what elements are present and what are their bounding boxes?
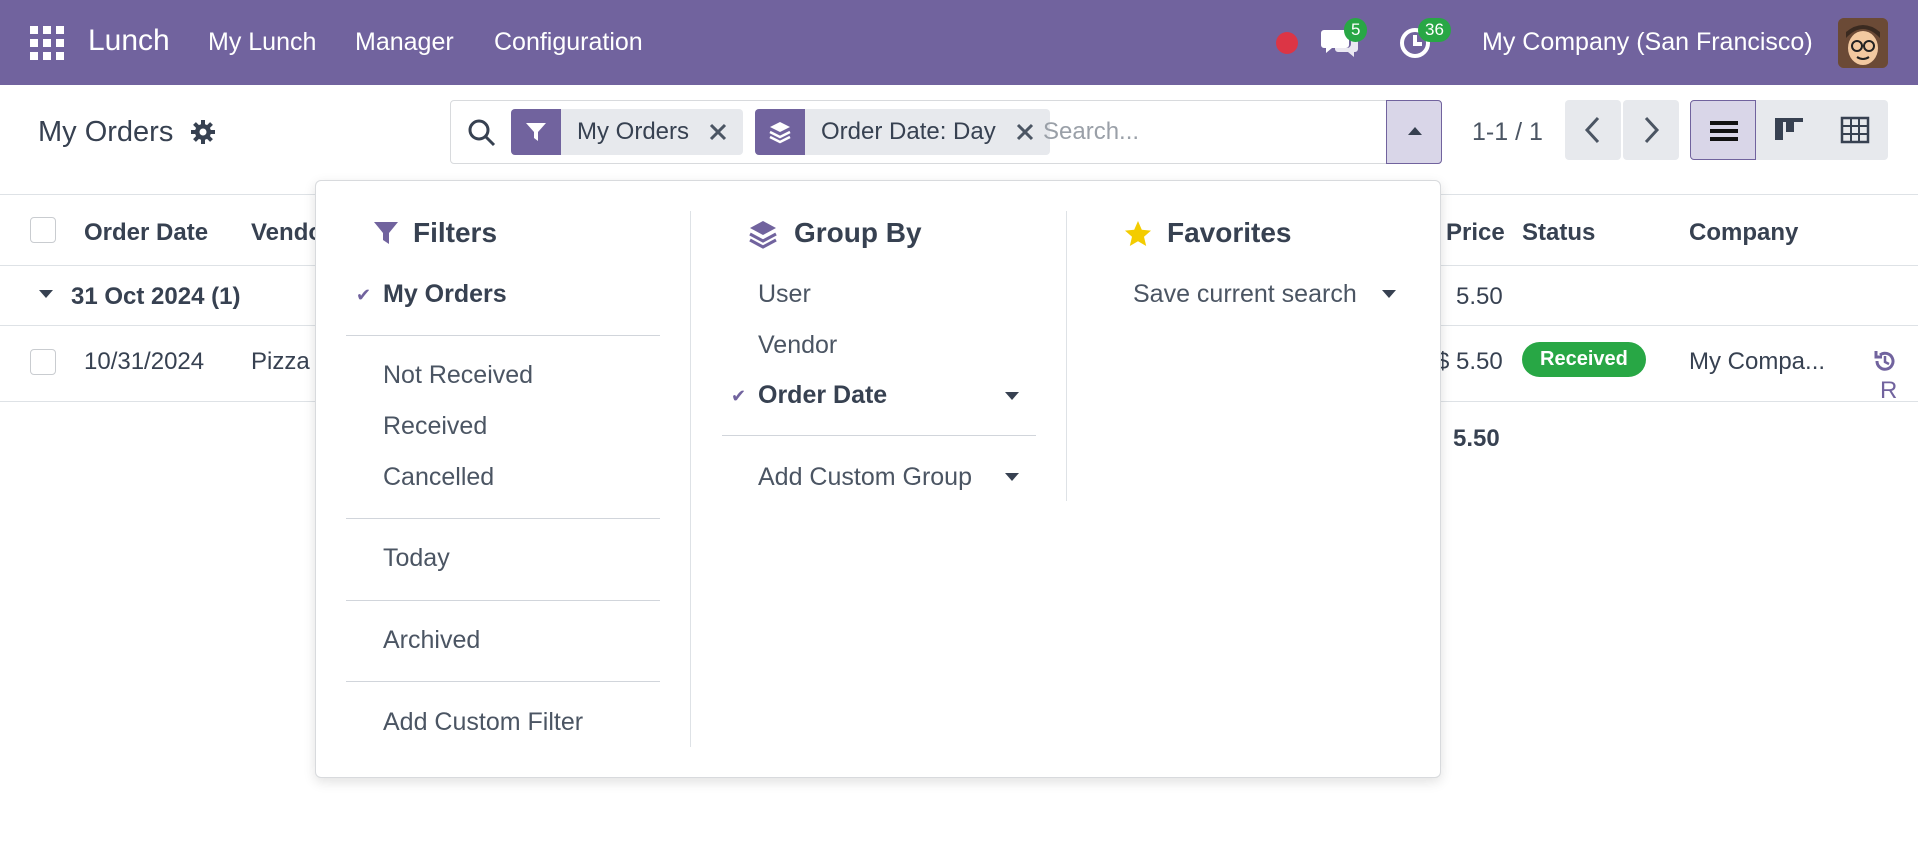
messages-count-badge: 5: [1344, 18, 1368, 42]
caret-down-icon[interactable]: [1005, 473, 1019, 481]
search-panel-dropdown: Filters ✔ My Orders Not Received Receive…: [315, 180, 1441, 778]
search-panel-toggle-button[interactable]: [1386, 100, 1442, 164]
groupby-user[interactable]: User: [758, 280, 811, 309]
column-status[interactable]: Status: [1522, 219, 1595, 247]
search-input[interactable]: [1043, 111, 1343, 153]
divider: [722, 435, 1036, 436]
messages-icon[interactable]: 5: [1320, 18, 1368, 60]
save-current-search[interactable]: Save current search: [1133, 280, 1357, 309]
top-navbar: Lunch My Lunch Manager Configuration 5 3…: [0, 0, 1918, 85]
gear-icon[interactable]: [190, 119, 216, 145]
filter-today[interactable]: Today: [383, 544, 450, 573]
filter-received[interactable]: Received: [383, 412, 487, 441]
company-switcher[interactable]: My Company (San Francisco): [1482, 28, 1813, 57]
filter-archived[interactable]: Archived: [383, 626, 480, 655]
check-icon: ✔: [731, 386, 747, 406]
reset-action[interactable]: R: [1872, 348, 1918, 405]
column-company[interactable]: Company: [1689, 219, 1798, 247]
action-label: R: [1880, 377, 1898, 404]
apps-grid-icon[interactable]: [30, 26, 64, 60]
group-by-heading: Group By: [794, 217, 922, 248]
star-icon: [1123, 219, 1153, 249]
recording-indicator-icon[interactable]: [1276, 32, 1298, 54]
select-all-checkbox[interactable]: [30, 217, 56, 243]
row-checkbox[interactable]: [30, 349, 56, 375]
kanban-view-button[interactable]: [1756, 100, 1822, 160]
column-price[interactable]: Price: [1446, 219, 1505, 247]
next-page-button[interactable]: [1623, 100, 1679, 160]
user-avatar[interactable]: [1838, 18, 1888, 68]
cell-order-date: 10/31/2024: [84, 348, 205, 375]
layers-icon: [755, 109, 805, 155]
facet-label: My Orders: [577, 118, 690, 145]
divider: [346, 335, 660, 336]
filters-heading: Filters: [413, 217, 498, 248]
filter-my-orders[interactable]: My Orders: [383, 280, 507, 309]
pivot-view-button[interactable]: [1822, 100, 1888, 160]
search-facet-filter: My Orders: [511, 109, 744, 155]
history-icon: [1874, 351, 1895, 371]
group-label: 31 Oct 2024 (1): [71, 283, 241, 310]
menu-configuration[interactable]: Configuration: [494, 28, 643, 57]
divider: [346, 518, 660, 519]
menu-my-lunch[interactable]: My Lunch: [208, 28, 316, 57]
pager-value[interactable]: 1-1 / 1: [1472, 118, 1543, 147]
layers-icon: [748, 219, 778, 249]
filter-icon: [511, 109, 561, 155]
close-icon[interactable]: [703, 117, 733, 147]
facet-label: Order Date: Day: [821, 118, 996, 145]
caret-down-icon[interactable]: [1382, 290, 1396, 298]
search-bar: My Orders Order Date: Day: [450, 100, 1442, 164]
filter-not-received[interactable]: Not Received: [383, 361, 533, 390]
app-name[interactable]: Lunch: [88, 24, 170, 58]
cell-price: $ 5.50: [1436, 348, 1503, 375]
divider: [346, 600, 660, 601]
cell-vendor: Pizza: [251, 348, 310, 375]
status-badge: Received: [1522, 342, 1646, 377]
caret-down-icon[interactable]: [1005, 392, 1019, 400]
activity-clock-icon[interactable]: 36: [1398, 18, 1451, 60]
search-facet-groupby: Order Date: Day: [755, 109, 1050, 155]
cell-company: My Compa...: [1689, 348, 1826, 375]
previous-page-button[interactable]: [1565, 100, 1621, 160]
filter-icon: [372, 219, 402, 249]
filter-cancelled[interactable]: Cancelled: [383, 463, 494, 492]
page-title: My Orders: [38, 116, 174, 148]
groupby-vendor[interactable]: Vendor: [758, 331, 837, 360]
footer-total: 5.50: [1453, 425, 1500, 452]
favorites-heading: Favorites: [1167, 217, 1292, 248]
column-order-date[interactable]: Order Date: [84, 219, 208, 247]
groupby-order-date[interactable]: Order Date: [758, 381, 887, 410]
menu-manager[interactable]: Manager: [355, 28, 454, 57]
column-divider: [690, 211, 691, 747]
column-divider: [1066, 211, 1067, 501]
list-view-button[interactable]: [1690, 100, 1756, 160]
add-custom-filter[interactable]: Add Custom Filter: [383, 708, 583, 737]
add-custom-group[interactable]: Add Custom Group: [758, 463, 972, 492]
column-vendor[interactable]: Vendo: [251, 219, 323, 247]
activity-count-badge: 36: [1418, 18, 1451, 42]
close-icon[interactable]: [1010, 117, 1040, 147]
search-icon[interactable]: [467, 118, 497, 148]
caret-down-icon: [39, 290, 53, 298]
group-total: 5.50: [1456, 283, 1503, 310]
divider: [346, 681, 660, 682]
check-icon: ✔: [356, 285, 372, 305]
